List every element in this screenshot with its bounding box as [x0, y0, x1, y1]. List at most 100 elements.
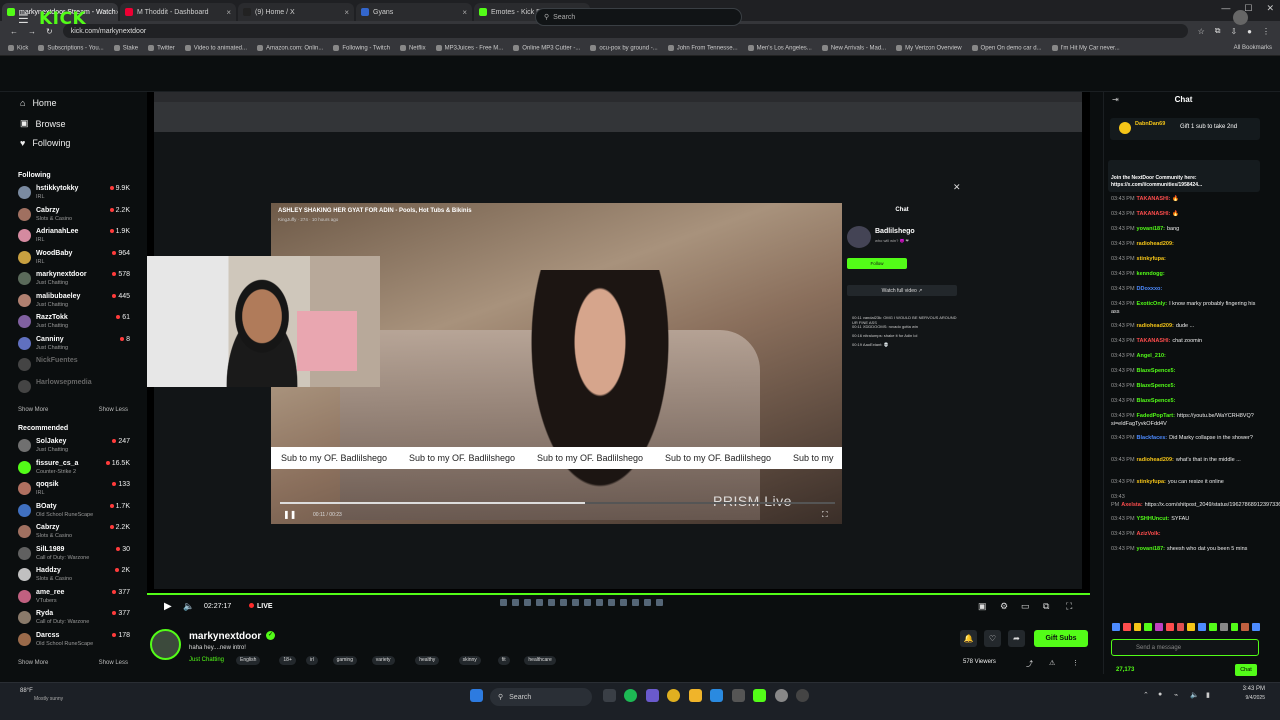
announcement-text[interactable]: Join the NextDoor Community here: https:…: [1111, 175, 1259, 189]
chat-username[interactable]: BlazeSpence5:: [1137, 368, 1176, 374]
bookmark-item[interactable]: Twitter: [148, 45, 175, 51]
stream-tag[interactable]: 18+: [279, 656, 296, 665]
bookmark-item[interactable]: Video to animated...: [185, 45, 247, 51]
forward-icon[interactable]: →: [28, 27, 36, 36]
sidebar-channel[interactable]: AdrianahLee IRL 1.9K: [18, 226, 130, 246]
bookmark-star-icon[interactable]: ☆: [1198, 27, 1205, 36]
share-small-icon[interactable]: ⤴: [1026, 659, 1033, 669]
settings-gear-icon[interactable]: ⚙: [1000, 601, 1008, 612]
chat-username[interactable]: yovani187:: [1137, 226, 1165, 232]
stream-tag[interactable]: gaming: [332, 656, 357, 665]
sidebar-channel[interactable]: ame_ree VTubers 377: [18, 587, 130, 607]
gift-subs-button[interactable]: Gift Subs: [1034, 630, 1088, 647]
windows-start-icon[interactable]: [470, 689, 483, 702]
stream-tag[interactable]: irl: [306, 656, 318, 665]
chat-username[interactable]: DDoxxxo:: [1137, 286, 1163, 292]
bookmark-item[interactable]: New Arrivals - Mad...: [822, 45, 886, 51]
stream-tag[interactable]: healthy: [415, 656, 440, 665]
show-more-link[interactable]: Show More: [18, 407, 48, 413]
obs-icon[interactable]: [775, 689, 788, 702]
emote-icon[interactable]: [1122, 623, 1131, 631]
show-less-link[interactable]: Show Less: [99, 660, 128, 666]
chat-username[interactable]: stinkyfupa:: [1137, 256, 1166, 262]
weather-widget[interactable]: 88°F: [20, 688, 33, 694]
emote-icon[interactable]: [1209, 623, 1217, 631]
back-icon[interactable]: ←: [10, 27, 18, 36]
emote-icon[interactable]: [1252, 623, 1260, 631]
url-field[interactable]: kick.com/markynextdoor: [62, 24, 1188, 38]
file-explorer-icon[interactable]: [689, 689, 702, 702]
user-avatar[interactable]: [1233, 10, 1248, 25]
tray-app-icon[interactable]: ●: [1158, 691, 1162, 698]
bookmark-item[interactable]: ocu-pox by ground -...: [590, 45, 657, 51]
chat-message-input[interactable]: Send a message: [1111, 639, 1259, 656]
media-icon[interactable]: [796, 689, 809, 702]
notification-bell-icon[interactable]: 🔔: [960, 630, 977, 647]
bookmark-item[interactable]: I'm Hit My Car never...: [1052, 45, 1120, 51]
clip-channel-avatar[interactable]: [847, 226, 871, 248]
clip-pause-icon[interactable]: ❚❚: [283, 510, 296, 519]
menu-icon[interactable]: ⋮: [1262, 27, 1270, 36]
chat-username[interactable]: AzizVolk:: [1137, 531, 1161, 537]
stream-tag[interactable]: healthcare: [524, 656, 556, 665]
clip-fullscreen-icon[interactable]: ⛶: [822, 510, 828, 520]
share-icon[interactable]: ➦: [1008, 630, 1025, 647]
network-icon[interactable]: ⌁: [1174, 691, 1178, 699]
follow-button[interactable]: Follow: [847, 258, 907, 269]
emote-bar[interactable]: [1112, 623, 1260, 631]
chat-username[interactable]: yovani187:: [1137, 546, 1165, 552]
nav-home[interactable]: ⌂ Home: [20, 98, 56, 108]
nav-browse[interactable]: ▣ Browse: [20, 118, 66, 129]
sidebar-channel[interactable]: Canniny Just Chatting 8: [18, 334, 130, 354]
taskbar-clock[interactable]: 3:43 PM: [1225, 686, 1265, 692]
store-icon[interactable]: [710, 689, 723, 702]
profile-icon[interactable]: ●: [1247, 27, 1252, 36]
bookmark-item[interactable]: Netflix: [400, 45, 426, 51]
chat-username[interactable]: radiohead209:: [1137, 241, 1174, 247]
chat-username[interactable]: stinkyfupa:: [1137, 479, 1166, 485]
browser-tab[interactable]: (9) Home / X ×: [238, 3, 354, 21]
sidebar-channel[interactable]: RazzTokk Just Chatting 61: [18, 312, 130, 332]
close-window-icon[interactable]: ✕: [1266, 3, 1274, 14]
minimize-icon[interactable]: —: [1221, 3, 1230, 14]
bookmark-item[interactable]: Open On demo car d...: [972, 45, 1042, 51]
search-input[interactable]: ⚲ Search: [535, 8, 742, 26]
sidebar-channel[interactable]: BOaty Old School RuneScape 1.7K: [18, 501, 130, 521]
kick-logo[interactable]: KICK: [39, 9, 86, 29]
emote-icon[interactable]: [1230, 623, 1239, 631]
chat-username[interactable]: radiohead209:: [1137, 323, 1174, 329]
sidebar-channel[interactable]: Cabrzy Slots & Casino 2.2K: [18, 522, 130, 542]
watch-full-video-button[interactable]: Watch full video ↗: [847, 285, 957, 296]
taskbar-search[interactable]: ⚲ Search: [490, 688, 592, 706]
tab-close-icon[interactable]: ×: [344, 8, 349, 17]
chat-username[interactable]: Axelsta:: [1121, 502, 1142, 508]
chat-username[interactable]: FadedPopTart:: [1137, 413, 1175, 419]
discord-icon[interactable]: [646, 689, 659, 702]
kick-app-icon[interactable]: [753, 689, 766, 702]
streamer-name[interactable]: markynextdoor: [189, 631, 261, 642]
close-icon[interactable]: ✕: [953, 182, 961, 193]
browser-tab[interactable]: M Thoddit - Dashboard ×: [120, 3, 236, 21]
chrome-icon[interactable]: [667, 689, 680, 702]
emote-icon[interactable]: [1112, 623, 1120, 631]
chat-username[interactable]: ExoticOnly:: [1137, 301, 1168, 307]
show-more-link[interactable]: Show More: [18, 660, 48, 666]
emote-icon[interactable]: [1133, 623, 1142, 631]
bookmark-item[interactable]: Amazon.com: Onlin...: [257, 45, 323, 51]
volume-tray-icon[interactable]: 🔈: [1190, 691, 1199, 699]
play-icon[interactable]: ▶: [164, 601, 172, 612]
emote-icon[interactable]: [1144, 623, 1153, 631]
emote-icon[interactable]: [1198, 623, 1207, 631]
chat-username[interactable]: Angel_210:: [1137, 353, 1166, 359]
show-less-link[interactable]: Show Less: [99, 407, 128, 413]
tab-close-icon[interactable]: ×: [116, 8, 118, 17]
clip-channel-name[interactable]: Badlilshego: [875, 228, 915, 235]
more-icon[interactable]: ⋮: [1072, 659, 1079, 667]
sidebar-channel[interactable]: Haddzy Slots & Casino 2K: [18, 565, 130, 585]
sidebar-channel[interactable]: qoqsik IRL 133: [18, 479, 130, 499]
sidebar-channel[interactable]: markynextdoor Just Chatting 578: [18, 269, 130, 289]
clip-icon[interactable]: ▣: [978, 601, 987, 612]
bookmark-item[interactable]: MP3Juices - Free M...: [436, 45, 504, 51]
bookmark-item[interactable]: Stake: [114, 45, 138, 51]
sidebar-channel[interactable]: Cabrzy Slots & Casino 2.2K: [18, 205, 130, 225]
